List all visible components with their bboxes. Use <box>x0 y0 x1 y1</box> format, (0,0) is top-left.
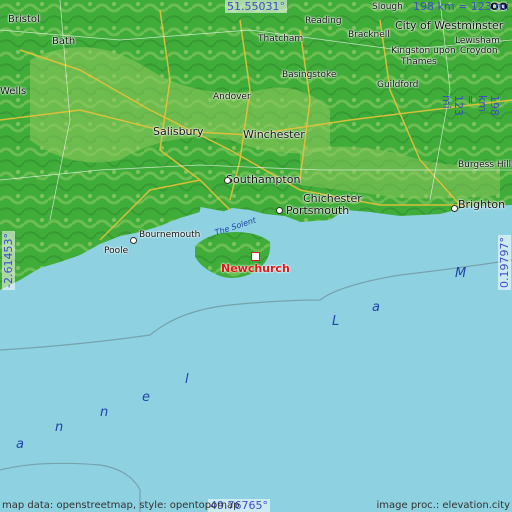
channel-letter-1: a <box>16 437 24 452</box>
city-dot-southampton <box>224 177 231 184</box>
location-marker[interactable] <box>251 252 260 261</box>
topographic-map[interactable]: Bristol Bath Wells Salisbury Andover Win… <box>0 0 512 512</box>
place-southampton: Southampton <box>226 173 301 186</box>
place-thames: Thames <box>401 57 437 67</box>
scale-horizontal: 198 km = 123 mi <box>413 0 510 13</box>
place-bath: Bath <box>52 36 76 47</box>
place-city-of-westminster: City of Westminster <box>395 19 504 32</box>
place-portsmouth: Portsmouth <box>286 204 350 217</box>
coord-left-lon: -2.61453° <box>2 231 15 290</box>
place-basingstoke: Basingstoke <box>282 70 337 80</box>
place-burgess-hill: Burgess Hill <box>458 160 512 170</box>
location-marker-label: Newchurch <box>221 262 290 275</box>
place-salisbury: Salisbury <box>153 125 204 138</box>
place-wells: Wells <box>0 86 27 97</box>
channel-letter-6: L <box>332 314 340 329</box>
city-dot-bournemouth <box>130 237 137 244</box>
city-dot-portsmouth <box>276 207 283 214</box>
place-bristol: Bristol <box>8 14 40 25</box>
city-dot-brighton <box>451 205 458 212</box>
channel-letter-2: n <box>55 420 64 435</box>
coord-top-lat: 51.55031° <box>225 0 287 13</box>
channel-letter-7: a <box>372 300 380 315</box>
place-andover: Andover <box>213 92 251 102</box>
channel-letter-4: e <box>142 390 150 405</box>
place-reading: Reading <box>305 16 342 26</box>
channel-letter-3: n <box>100 405 109 420</box>
place-kingston: Kingston upon <box>391 46 456 56</box>
coord-right-lon: 0.19797° <box>498 235 511 290</box>
place-chichester: Chichester <box>303 192 362 205</box>
place-bournemouth: Bournemouth <box>139 230 201 240</box>
place-bracknell: Bracknell <box>348 30 390 40</box>
channel-letter-8: M <box>455 266 467 281</box>
footer-image-proc: image proc.: elevation.city <box>376 500 511 511</box>
place-guildford: Guildford <box>377 80 419 90</box>
footer-map-data: map data: openstreetmap, style: opentopo… <box>2 500 240 511</box>
place-croydon: Croydon <box>460 46 498 56</box>
channel-letter-5: l <box>185 372 189 387</box>
place-winchester: Winchester <box>243 128 305 141</box>
scale-vertical: 198 km = 123 mi <box>440 95 501 116</box>
place-brighton: Brighton <box>458 198 506 211</box>
place-thatcham: Thatcham <box>258 34 304 44</box>
place-slough: Slough <box>372 2 403 12</box>
place-poole: Poole <box>104 246 129 256</box>
place-lewisham: Lewisham <box>455 36 500 46</box>
